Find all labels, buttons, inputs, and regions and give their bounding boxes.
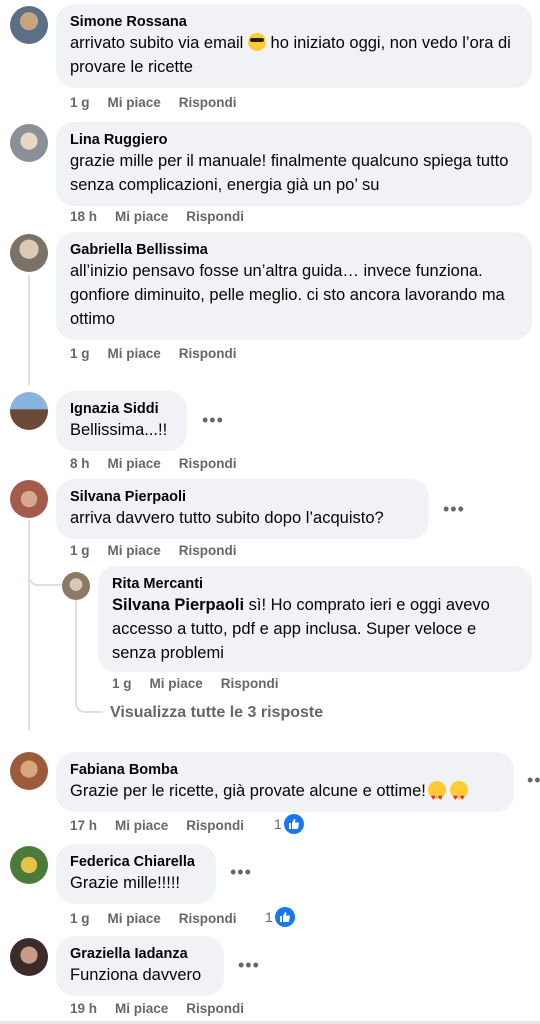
comment-text: Silvana Pierpaoli sì! Ho comprato ieri e… — [112, 593, 518, 665]
comment-text: Bellissima...!! — [70, 421, 168, 439]
avatar[interactable] — [10, 392, 48, 430]
comment-author[interactable]: Fabiana Bomba — [70, 761, 500, 779]
comment-author[interactable]: Silvana Pierpaoli — [70, 488, 415, 506]
reply-link[interactable]: Rispondi — [179, 543, 237, 558]
like-link[interactable]: Mi piace — [108, 456, 161, 471]
comment-bubble: Gabriella Bellissima all’inizio pensavo … — [56, 232, 532, 340]
like-link[interactable]: Mi piace — [115, 818, 168, 833]
more-dots-icon[interactable]: •• — [527, 770, 540, 791]
comment-time[interactable]: 1 g — [70, 95, 90, 110]
comment-time[interactable]: 18 h — [70, 209, 97, 224]
avatar[interactable] — [10, 124, 48, 162]
reply-link[interactable]: Rispondi — [179, 456, 237, 471]
like-link[interactable]: Mi piace — [108, 911, 161, 926]
avatar[interactable] — [10, 752, 48, 790]
avatar[interactable] — [10, 846, 48, 884]
comment-time[interactable]: 8 h — [70, 456, 90, 471]
more-dots-icon[interactable]: ••• — [202, 410, 224, 431]
reaction-count-value: 1 — [265, 909, 273, 925]
comment-bubble: Fabiana Bomba Grazie per le ricette, già… — [56, 752, 514, 812]
mention-link[interactable]: Silvana Pierpaoli — [112, 596, 244, 614]
comment-bubble: Federica Chiarella Grazie mille!!!!! — [56, 844, 216, 904]
comment-author[interactable]: Lina Ruggiero — [70, 131, 518, 149]
comment-time[interactable]: 17 h — [70, 818, 97, 833]
more-dots-icon[interactable]: ••• — [230, 862, 252, 883]
thread-line — [28, 520, 30, 730]
avatar[interactable] — [62, 572, 90, 600]
comment-author[interactable]: Graziella Iadanza — [70, 945, 210, 963]
comment-text: arrivato subito via email ho iniziato og… — [70, 31, 518, 79]
comment-actions: 1 g Mi piace Rispondi — [70, 543, 255, 558]
heart-eyes-emoji-icon: ♥ ♥ — [449, 781, 468, 802]
comment-author[interactable]: Gabriella Bellissima — [70, 241, 518, 259]
comment-author[interactable]: Ignazia Siddi — [70, 400, 173, 418]
avatar[interactable] — [10, 938, 48, 976]
comment-bubble: Simone Rossana arrivato subito via email… — [56, 4, 532, 88]
reaction-count[interactable]: 1 — [265, 907, 295, 927]
comment-text-part: Grazie per le ricette, già provate alcun… — [70, 782, 426, 800]
comment-author[interactable]: Federica Chiarella — [70, 853, 202, 871]
comment-author[interactable]: Rita Mercanti — [112, 575, 518, 593]
reply-bubble: Rita Mercanti Silvana Pierpaoli sì! Ho c… — [98, 566, 532, 672]
reply-link[interactable]: Rispondi — [186, 209, 244, 224]
comment-time[interactable]: 1 g — [112, 676, 132, 691]
like-link[interactable]: Mi piace — [108, 95, 161, 110]
comment-actions: 1 g Mi piace Rispondi — [70, 95, 255, 110]
view-all-replies-link[interactable]: Visualizza tutte le 3 risposte — [110, 704, 323, 722]
reply-link[interactable]: Rispondi — [179, 911, 237, 926]
comment-actions: 18 h Mi piace Rispondi — [70, 209, 262, 224]
like-link[interactable]: Mi piace — [150, 676, 203, 691]
reply-link[interactable]: Rispondi — [179, 95, 237, 110]
comment-bubble: Ignazia Siddi Bellissima...!! — [56, 391, 187, 451]
comment-text: Funziona davvero — [70, 966, 202, 984]
like-link[interactable]: Mi piace — [115, 209, 168, 224]
reply-link[interactable]: Rispondi — [221, 676, 279, 691]
comment-author[interactable]: Simone Rossana — [70, 13, 518, 31]
reaction-count-value: 1 — [274, 816, 282, 832]
like-link[interactable]: Mi piace — [115, 1001, 168, 1016]
reply-link[interactable]: Rispondi — [179, 346, 237, 361]
comment-text-part: arrivato subito via email — [70, 34, 244, 52]
comment-text: Grazie mille!!!!! — [70, 874, 181, 892]
like-link[interactable]: Mi piace — [108, 543, 161, 558]
heart-eyes-emoji-icon: ♥ ♥ — [427, 781, 446, 802]
thread-line — [28, 275, 30, 385]
comment-time[interactable]: 1 g — [70, 543, 90, 558]
sunglasses-emoji-icon — [247, 33, 266, 51]
thumbs-up-icon — [274, 907, 295, 927]
comment-actions: 19 h Mi piace Rispondi — [70, 1001, 262, 1016]
comment-bubble: Graziella Iadanza Funziona davvero — [56, 936, 224, 996]
thread-connector — [28, 560, 62, 586]
comment-actions: 1 g Mi piace Rispondi — [70, 911, 255, 926]
comment-time[interactable]: 19 h — [70, 1001, 97, 1016]
reply-link[interactable]: Rispondi — [186, 818, 244, 833]
more-dots-icon[interactable]: ••• — [238, 955, 260, 976]
comment-time[interactable]: 1 g — [70, 346, 90, 361]
avatar[interactable] — [10, 6, 48, 44]
comment-actions: 8 h Mi piace Rispondi — [70, 456, 255, 471]
reaction-count[interactable]: 1 — [274, 814, 304, 834]
comment-actions: 1 g Mi piace Rispondi — [112, 676, 297, 691]
comment-bubble: Lina Ruggiero grazie mille per il manual… — [56, 122, 532, 206]
avatar[interactable] — [10, 480, 48, 518]
comment-text: all’inizio pensavo fosse un’altra guida…… — [70, 262, 505, 328]
comment-text: Grazie per le ricette, già provate alcun… — [70, 779, 500, 803]
thumbs-up-icon — [283, 814, 304, 834]
avatar[interactable] — [10, 234, 48, 272]
more-dots-icon[interactable]: ••• — [443, 499, 465, 520]
reply-link[interactable]: Rispondi — [186, 1001, 244, 1016]
comment-bubble: Silvana Pierpaoli arriva davvero tutto s… — [56, 479, 429, 539]
comment-actions: 17 h Mi piace Rispondi — [70, 818, 262, 833]
like-link[interactable]: Mi piace — [108, 346, 161, 361]
comment-time[interactable]: 1 g — [70, 911, 90, 926]
comment-text: arriva davvero tutto subito dopo l’acqui… — [70, 509, 384, 527]
comment-text: grazie mille per il manuale! finalmente … — [70, 152, 509, 194]
comment-actions: 1 g Mi piace Rispondi — [70, 346, 255, 361]
